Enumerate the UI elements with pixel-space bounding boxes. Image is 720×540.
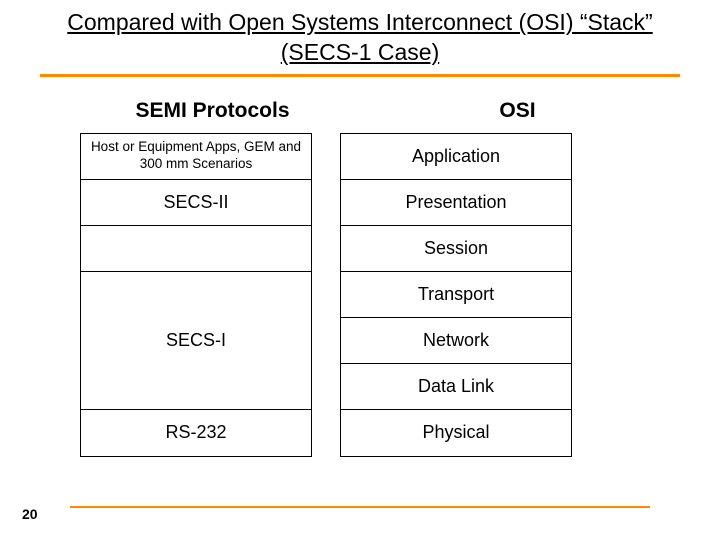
osi-network: Network [341,318,571,364]
column-headers: SEMI Protocols OSI [80,99,650,133]
title-rule [40,74,680,77]
semi-row-apps: Host or Equipment Apps, GEM and 300 mm S… [81,134,311,180]
title-wrap: Compared with Open Systems Interconnect … [0,0,720,68]
osi-datalink: Data Link [341,364,571,410]
header-semi: SEMI Protocols [80,99,345,133]
osi-column: Application Presentation Session Transpo… [340,133,572,457]
osi-session: Session [341,226,571,272]
slide-title: Compared with Open Systems Interconnect … [40,8,680,68]
slide: Compared with Open Systems Interconnect … [0,0,720,540]
semi-row-empty [81,226,311,272]
osi-transport: Transport [341,272,571,318]
tables: Host or Equipment Apps, GEM and 300 mm S… [80,133,650,457]
header-osi: OSI [345,99,650,133]
semi-row-secs1: SECS-I [81,272,311,410]
osi-presentation: Presentation [341,180,571,226]
content: SEMI Protocols OSI Host or Equipment App… [80,99,650,479]
osi-application: Application [341,134,571,180]
semi-column: Host or Equipment Apps, GEM and 300 mm S… [80,133,312,457]
footer-rule [70,506,650,508]
page-number: 20 [22,506,38,522]
osi-physical: Physical [341,410,571,456]
semi-row-secs2: SECS-II [81,180,311,226]
semi-row-rs232: RS-232 [81,410,311,456]
